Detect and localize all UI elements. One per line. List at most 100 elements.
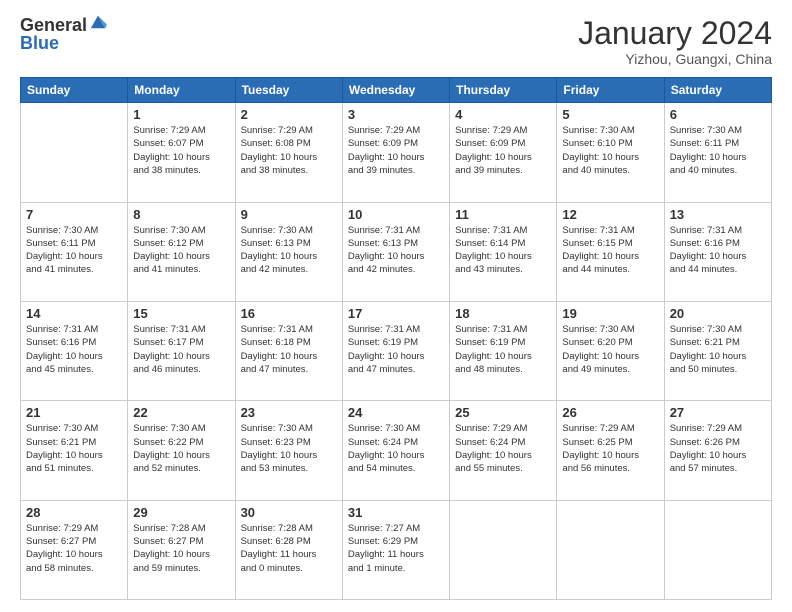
calendar-cell: 16Sunrise: 7:31 AM Sunset: 6:18 PM Dayli… (235, 301, 342, 400)
day-info: Sunrise: 7:31 AM Sunset: 6:19 PM Dayligh… (348, 323, 444, 376)
calendar-cell: 11 Sunrise: 7:31 AM Sunset: 6:14 PM Dayli… (450, 202, 557, 301)
calendar-cell: 25Sunrise: 7:29 AM Sunset: 6:24 PM Dayli… (450, 401, 557, 500)
day-info: Sunrise: 7:30 AM Sunset: 6:10 PM Dayligh… (562, 124, 658, 177)
title-area: January 2024 Yizhou, Guangxi, China (578, 16, 772, 67)
calendar-cell: 28 Sunrise: 7:29 AM Sunset: 6:27 PM Dayli… (21, 500, 128, 599)
day-info: Sunrise: 7:29 AM Sunset: 6:09 PM Dayligh… (455, 124, 551, 177)
calendar-cell (450, 500, 557, 599)
day-number: 5 (562, 107, 658, 122)
calendar-week-row: 1Sunrise: 7:29 AM Sunset: 6:07 PM Daylig… (21, 103, 772, 202)
calendar-cell: 29Sunrise: 7:28 AM Sunset: 6:27 PM Dayli… (128, 500, 235, 599)
day-number: 7 (26, 207, 122, 222)
calendar-table: SundayMondayTuesdayWednesdayThursdayFrid… (20, 77, 772, 600)
day-number: 26 (562, 405, 658, 420)
header: General Blue January 2024 Yizhou, Guangx… (20, 16, 772, 67)
calendar-week-row: 14 Sunrise: 7:31 AM Sunset: 6:16 PM Dayli… (21, 301, 772, 400)
day-info: Sunrise: 7:31 AM Sunset: 6:13 PM Dayligh… (348, 224, 444, 277)
calendar-cell: 18 Sunrise: 7:31 AM Sunset: 6:19 PM Dayli… (450, 301, 557, 400)
day-info: Sunrise: 7:30 AM Sunset: 6:22 PM Dayligh… (133, 422, 229, 475)
day-number: 31 (348, 505, 444, 520)
day-info: Sunrise: 7:30 AM Sunset: 6:13 PM Dayligh… (241, 224, 337, 277)
day-number: 10 (348, 207, 444, 222)
calendar-cell: 2Sunrise: 7:29 AM Sunset: 6:08 PM Daylig… (235, 103, 342, 202)
location: Yizhou, Guangxi, China (578, 51, 772, 67)
day-info: Sunrise: 7:28 AM Sunset: 6:28 PM Dayligh… (241, 522, 337, 575)
calendar-cell: 17Sunrise: 7:31 AM Sunset: 6:19 PM Dayli… (342, 301, 449, 400)
calendar-header-row: SundayMondayTuesdayWednesdayThursdayFrid… (21, 78, 772, 103)
day-info: Sunrise: 7:29 AM Sunset: 6:26 PM Dayligh… (670, 422, 766, 475)
day-info: Sunrise: 7:27 AM Sunset: 6:29 PM Dayligh… (348, 522, 444, 575)
day-info: Sunrise: 7:31 AM Sunset: 6:19 PM Dayligh… (455, 323, 551, 376)
calendar-week-row: 28 Sunrise: 7:29 AM Sunset: 6:27 PM Dayli… (21, 500, 772, 599)
day-number: 11 (455, 207, 551, 222)
calendar-cell: 26 Sunrise: 7:29 AM Sunset: 6:25 PM Dayli… (557, 401, 664, 500)
calendar-week-row: 7 Sunrise: 7:30 AM Sunset: 6:11 PM Daylig… (21, 202, 772, 301)
calendar-cell: 6 Sunrise: 7:30 AM Sunset: 6:11 PM Daylig… (664, 103, 771, 202)
calendar-day-header: Tuesday (235, 78, 342, 103)
day-info: Sunrise: 7:28 AM Sunset: 6:27 PM Dayligh… (133, 522, 229, 575)
day-info: Sunrise: 7:30 AM Sunset: 6:11 PM Dayligh… (670, 124, 766, 177)
calendar-cell: 9 Sunrise: 7:30 AM Sunset: 6:13 PM Daylig… (235, 202, 342, 301)
day-number: 24 (348, 405, 444, 420)
calendar-day-header: Sunday (21, 78, 128, 103)
day-number: 13 (670, 207, 766, 222)
calendar-cell: 10 Sunrise: 7:31 AM Sunset: 6:13 PM Dayli… (342, 202, 449, 301)
day-info: Sunrise: 7:31 AM Sunset: 6:14 PM Dayligh… (455, 224, 551, 277)
calendar-cell (21, 103, 128, 202)
day-info: Sunrise: 7:31 AM Sunset: 6:16 PM Dayligh… (670, 224, 766, 277)
day-info: Sunrise: 7:29 AM Sunset: 6:08 PM Dayligh… (241, 124, 337, 177)
day-number: 23 (241, 405, 337, 420)
day-info: Sunrise: 7:31 AM Sunset: 6:18 PM Dayligh… (241, 323, 337, 376)
day-number: 28 (26, 505, 122, 520)
calendar-cell: 1Sunrise: 7:29 AM Sunset: 6:07 PM Daylig… (128, 103, 235, 202)
day-info: Sunrise: 7:30 AM Sunset: 6:23 PM Dayligh… (241, 422, 337, 475)
calendar-cell: 5 Sunrise: 7:30 AM Sunset: 6:10 PM Daylig… (557, 103, 664, 202)
calendar-cell: 3 Sunrise: 7:29 AM Sunset: 6:09 PM Daylig… (342, 103, 449, 202)
calendar-cell: 30 Sunrise: 7:28 AM Sunset: 6:28 PM Dayli… (235, 500, 342, 599)
calendar-cell: 15 Sunrise: 7:31 AM Sunset: 6:17 PM Dayli… (128, 301, 235, 400)
day-info: Sunrise: 7:30 AM Sunset: 6:21 PM Dayligh… (670, 323, 766, 376)
calendar-cell: 12 Sunrise: 7:31 AM Sunset: 6:15 PM Dayli… (557, 202, 664, 301)
logo-general: General (20, 16, 87, 34)
day-number: 4 (455, 107, 551, 122)
day-number: 14 (26, 306, 122, 321)
day-number: 22 (133, 405, 229, 420)
day-info: Sunrise: 7:29 AM Sunset: 6:09 PM Dayligh… (348, 124, 444, 177)
day-number: 1 (133, 107, 229, 122)
day-number: 30 (241, 505, 337, 520)
logo-icon (89, 12, 107, 30)
calendar-cell: 19Sunrise: 7:30 AM Sunset: 6:20 PM Dayli… (557, 301, 664, 400)
day-info: Sunrise: 7:30 AM Sunset: 6:21 PM Dayligh… (26, 422, 122, 475)
calendar-cell: 21 Sunrise: 7:30 AM Sunset: 6:21 PM Dayli… (21, 401, 128, 500)
day-number: 19 (562, 306, 658, 321)
day-number: 20 (670, 306, 766, 321)
logo-area: General Blue (20, 16, 107, 52)
day-info: Sunrise: 7:31 AM Sunset: 6:17 PM Dayligh… (133, 323, 229, 376)
calendar-cell: 31 Sunrise: 7:27 AM Sunset: 6:29 PM Dayli… (342, 500, 449, 599)
calendar-cell: 23 Sunrise: 7:30 AM Sunset: 6:23 PM Dayli… (235, 401, 342, 500)
day-number: 9 (241, 207, 337, 222)
day-info: Sunrise: 7:31 AM Sunset: 6:16 PM Dayligh… (26, 323, 122, 376)
calendar-page: General Blue January 2024 Yizhou, Guangx… (0, 0, 792, 612)
day-number: 18 (455, 306, 551, 321)
calendar-cell: 20 Sunrise: 7:30 AM Sunset: 6:21 PM Dayli… (664, 301, 771, 400)
day-number: 15 (133, 306, 229, 321)
calendar-week-row: 21 Sunrise: 7:30 AM Sunset: 6:21 PM Dayli… (21, 401, 772, 500)
day-number: 6 (670, 107, 766, 122)
day-number: 8 (133, 207, 229, 222)
day-info: Sunrise: 7:30 AM Sunset: 6:24 PM Dayligh… (348, 422, 444, 475)
calendar-day-header: Friday (557, 78, 664, 103)
day-number: 12 (562, 207, 658, 222)
day-info: Sunrise: 7:30 AM Sunset: 6:11 PM Dayligh… (26, 224, 122, 277)
day-number: 27 (670, 405, 766, 420)
calendar-day-header: Thursday (450, 78, 557, 103)
day-number: 21 (26, 405, 122, 420)
day-info: Sunrise: 7:29 AM Sunset: 6:25 PM Dayligh… (562, 422, 658, 475)
logo-text: General Blue (20, 16, 87, 52)
calendar-cell: 24 Sunrise: 7:30 AM Sunset: 6:24 PM Dayli… (342, 401, 449, 500)
day-info: Sunrise: 7:29 AM Sunset: 6:27 PM Dayligh… (26, 522, 122, 575)
calendar-cell: 7 Sunrise: 7:30 AM Sunset: 6:11 PM Daylig… (21, 202, 128, 301)
day-info: Sunrise: 7:31 AM Sunset: 6:15 PM Dayligh… (562, 224, 658, 277)
calendar-cell (664, 500, 771, 599)
day-number: 3 (348, 107, 444, 122)
